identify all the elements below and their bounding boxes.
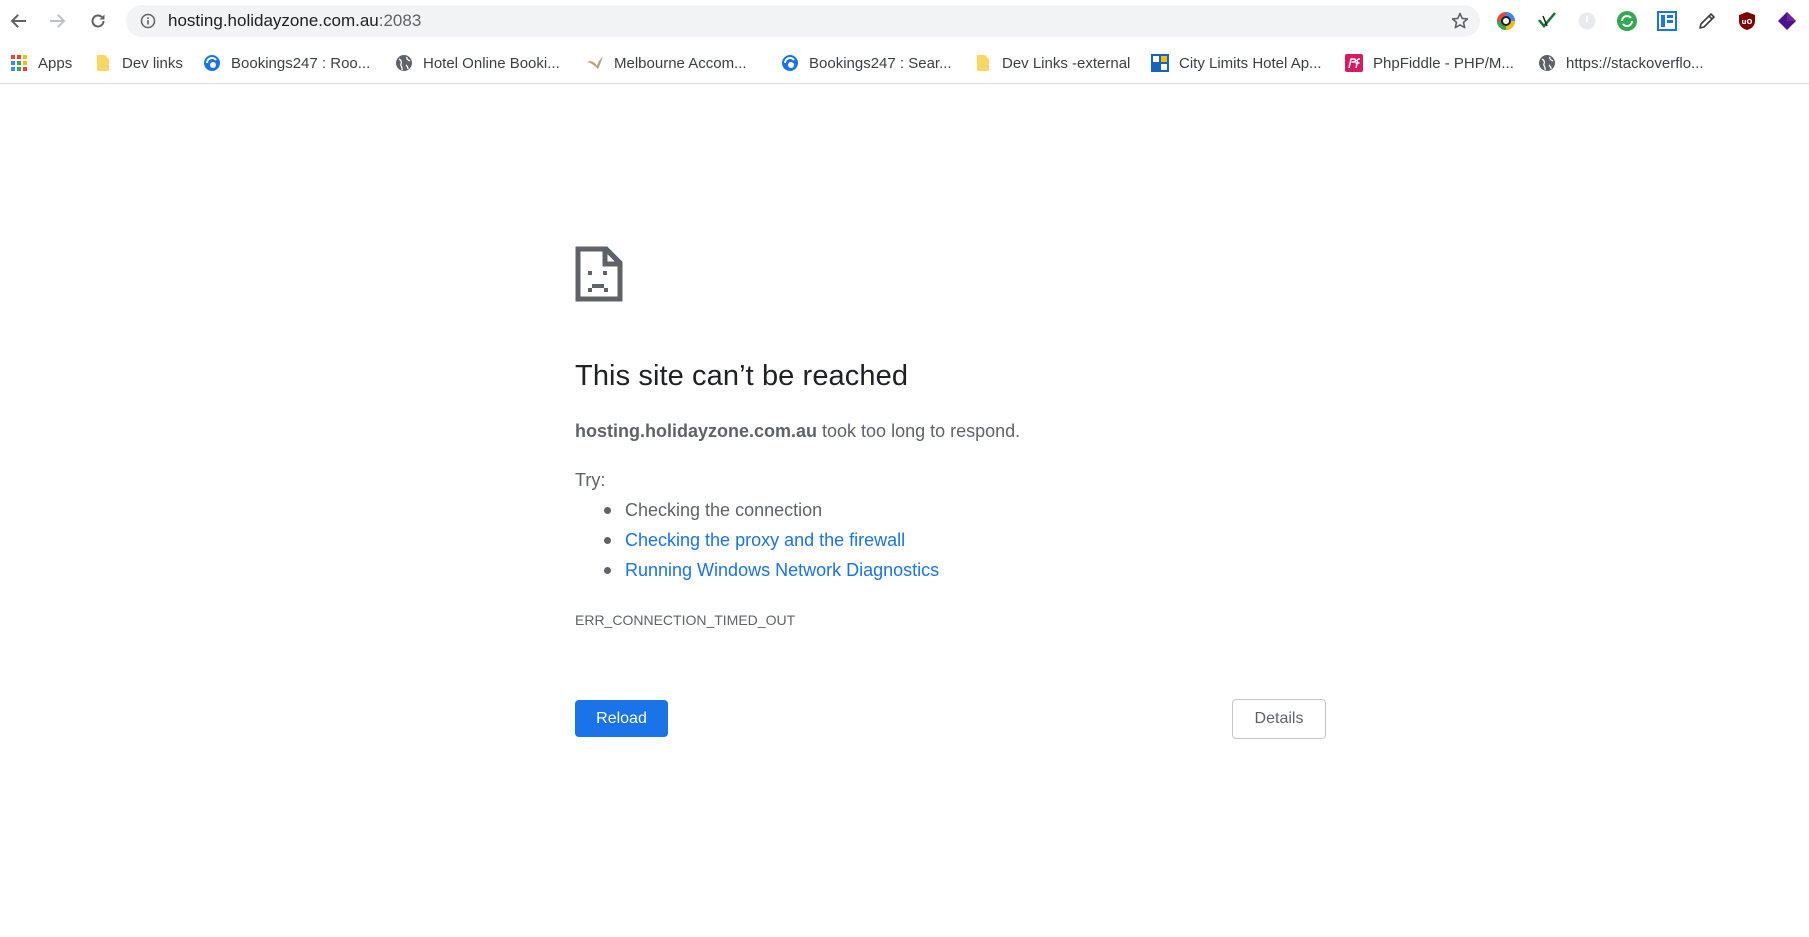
- blue-grid-extension-icon[interactable]: [1656, 10, 1678, 32]
- try-label: Try:: [575, 470, 606, 490]
- error-message: hosting.holidayzone.com.au took too long…: [575, 421, 1020, 442]
- star-icon[interactable]: [1450, 11, 1470, 31]
- suggestion-check-connection: Checking the connection: [575, 498, 939, 528]
- bookmark-label: Dev links: [122, 54, 183, 72]
- bookmark-label: Melbourne Accom...: [614, 54, 747, 72]
- bookmark-apps[interactable]: Apps: [10, 51, 72, 75]
- bookmark-bookings247-rooms[interactable]: Bookings247 : Roo...: [203, 51, 370, 75]
- bookmark-label: Bookings247 : Sear...: [809, 54, 952, 72]
- error-host: hosting.holidayzone.com.au: [575, 421, 818, 441]
- bookmark-label: Apps: [38, 54, 73, 72]
- folder-icon: [974, 54, 992, 72]
- bookmark-label: City Limits Hotel Ap...: [1179, 54, 1322, 72]
- green-sync-extension-icon[interactable]: [1616, 10, 1638, 32]
- sad-document-icon: [575, 246, 623, 302]
- bookmark-hotel-online-booking[interactable]: Hotel Online Booki...: [395, 51, 560, 75]
- phpfiddle-logo-icon: [1345, 54, 1363, 72]
- ublock-shield-icon[interactable]: uO: [1736, 10, 1758, 32]
- browser-toolbar: hosting.holidayzone.com.au:2083 uO: [0, 0, 1809, 42]
- forward-arrow-icon[interactable]: [44, 7, 72, 35]
- bookmark-dev-links[interactable]: Dev links: [94, 51, 183, 75]
- error-message-text: took too long to respond.: [817, 421, 1021, 441]
- address-bar[interactable]: hosting.holidayzone.com.au:2083: [126, 5, 1480, 37]
- bookmark-label: Hotel Online Booki...: [423, 54, 560, 72]
- bookmark-label: Dev Links -external: [1002, 54, 1131, 72]
- bookmark-bookings247-search[interactable]: Bookings247 : Sear...: [781, 51, 952, 75]
- bookmark-label: Bookings247 : Roo...: [231, 54, 371, 72]
- error-code: ERR_CONNECTION_TIMED_OUT: [575, 612, 796, 628]
- apps-grid-icon: [10, 54, 28, 72]
- suggestion-list: Checking the connection Checking the pro…: [575, 498, 939, 588]
- bookings-globe-icon: [781, 54, 799, 72]
- bookmark-label: https://stackoverflo...: [1566, 54, 1704, 72]
- bookmarks-bar: Apps Dev links Bookings247 : Roo... Hote…: [0, 42, 1809, 84]
- url-host: hosting.holidayzone.com.au: [168, 11, 379, 30]
- globe-icon: [395, 54, 413, 72]
- info-icon[interactable]: [140, 13, 156, 29]
- details-button[interactable]: Details: [1232, 699, 1326, 739]
- svg-text:uO: uO: [1742, 18, 1753, 26]
- bookings-globe-icon: [203, 54, 221, 72]
- back-arrow-icon[interactable]: [4, 7, 32, 35]
- pencil-extension-icon[interactable]: [1696, 10, 1718, 32]
- bookmark-label: PhpFiddle - PHP/M...: [1373, 54, 1514, 72]
- globe-icon: [1538, 54, 1556, 72]
- bookmark-stackoverflow[interactable]: https://stackoverflo...: [1538, 51, 1704, 75]
- reload-icon[interactable]: [84, 7, 112, 35]
- url-port: :2083: [378, 11, 422, 30]
- suggestion-check-proxy-link[interactable]: Checking the proxy and the firewall: [575, 528, 939, 558]
- reload-button[interactable]: Reload: [575, 700, 668, 737]
- bookmark-city-limits-hotel[interactable]: City Limits Hotel Ap...: [1151, 51, 1322, 75]
- suggestion-network-diagnostics-link[interactable]: Running Windows Network Diagnostics: [575, 558, 939, 588]
- url-text[interactable]: hosting.holidayzone.com.au:2083: [168, 12, 421, 30]
- checkmark-extension-icon[interactable]: [1536, 10, 1558, 32]
- grey-circle-extension-icon[interactable]: [1576, 10, 1598, 32]
- bookmark-phpfiddle[interactable]: PhpFiddle - PHP/M...: [1345, 51, 1514, 75]
- color-picker-extension-icon[interactable]: [1495, 10, 1517, 32]
- purple-diamond-extension-icon[interactable]: [1776, 10, 1798, 32]
- folder-icon: [94, 54, 112, 72]
- bookmark-melbourne-accom[interactable]: Melbourne Accom...: [586, 51, 747, 75]
- save-logo-icon: [1151, 54, 1169, 72]
- error-title: This site can’t be reached: [575, 360, 909, 392]
- bookmark-dev-links-external[interactable]: Dev Links -external: [974, 51, 1130, 75]
- bird-icon: [586, 54, 604, 72]
